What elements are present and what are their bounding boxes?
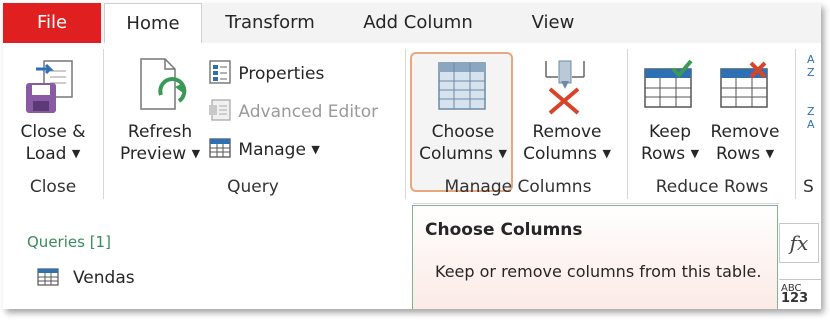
divider	[103, 49, 104, 199]
remove-rows-icon	[720, 61, 768, 108]
chevron-down-icon: ▼	[602, 147, 611, 160]
queries-pane: Queries [1] Vendas	[3, 203, 413, 309]
remove-columns-button[interactable]: Remove Columns ▼	[517, 121, 617, 165]
properties-icon	[209, 60, 231, 84]
ribbon-home: Close & Load ▼ Close Refresh Preview ▼ P…	[3, 43, 821, 204]
advanced-editor-icon	[209, 99, 231, 121]
tab-file[interactable]: File	[3, 3, 101, 43]
chevron-down-icon: ▼	[71, 147, 81, 160]
choose-columns-icon	[438, 62, 486, 110]
group-label-manage-columns: Manage Columns	[444, 177, 592, 197]
close-load-icon	[26, 60, 73, 113]
ribbon-tab-bar: File Home Transform Add Column View	[3, 3, 821, 45]
divider	[627, 49, 628, 199]
choose-columns-tooltip: Choose Columns Keep or remove columns fr…	[412, 205, 778, 309]
tab-transform[interactable]: Transform	[211, 3, 329, 43]
sort-icon[interactable]: AZZA	[807, 53, 815, 131]
chevron-down-icon: ▼	[765, 147, 775, 160]
chevron-down-icon: ▼	[690, 147, 700, 160]
divider	[405, 49, 406, 199]
tab-view[interactable]: View	[518, 3, 588, 43]
tab-home[interactable]: Home	[104, 3, 202, 45]
keep-rows-icon	[644, 59, 693, 108]
close-load-button[interactable]: Close & Load ▼	[11, 121, 95, 165]
manage-button[interactable]: Manage ▼	[207, 135, 320, 163]
refresh-preview-icon	[140, 58, 187, 110]
remove-columns-icon	[545, 60, 585, 115]
tooltip-title: Choose Columns	[425, 220, 583, 240]
group-label-query: Query	[227, 177, 279, 197]
keep-rows-button[interactable]: Keep Rows ▼	[631, 121, 709, 165]
tab-add-column[interactable]: Add Column	[353, 3, 483, 43]
group-label-close: Close	[29, 177, 77, 197]
formula-fx-icon[interactable]: fx	[779, 223, 819, 263]
chevron-down-icon: ▼	[498, 147, 507, 160]
queries-header[interactable]: Queries [1]	[27, 233, 111, 251]
table-icon	[209, 138, 231, 158]
choose-columns-button[interactable]: Choose Columns ▼	[411, 121, 515, 165]
query-item-vendas[interactable]: Vendas	[37, 265, 135, 291]
group-label-sort-partial: S	[803, 177, 814, 197]
formula-bar-fragment: fx ABC 123	[779, 203, 821, 309]
table-icon	[37, 268, 59, 286]
group-label-reduce-rows: Reduce Rows	[655, 177, 769, 197]
properties-button[interactable]: Properties	[207, 59, 324, 87]
divider	[795, 49, 796, 199]
chevron-down-icon: ▼	[311, 143, 320, 156]
tooltip-body: Keep or remove columns from this table.	[435, 262, 762, 281]
column-type-icon[interactable]: ABC 123	[779, 279, 821, 309]
chevron-down-icon: ▼	[191, 147, 201, 160]
remove-rows-button[interactable]: Remove Rows ▼	[705, 121, 785, 165]
refresh-preview-button[interactable]: Refresh Preview ▼	[113, 121, 207, 165]
advanced-editor-button[interactable]: Advanced Editor	[207, 97, 378, 125]
power-query-window: File Home Transform Add Column View Clos…	[3, 3, 821, 309]
